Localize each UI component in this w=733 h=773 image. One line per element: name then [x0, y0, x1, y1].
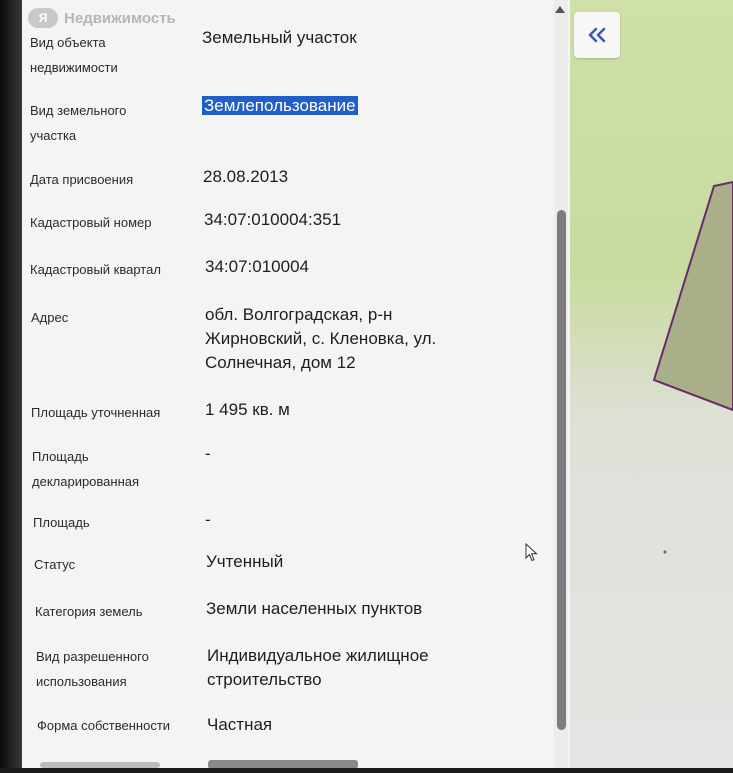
field-label: Площадь — [33, 510, 198, 535]
field-label: Категория земель — [35, 599, 200, 624]
label-line: Вид объекта — [30, 35, 106, 50]
watermark-logo: Я — [28, 8, 58, 28]
value-line: Учтенный — [206, 552, 284, 571]
value-line: Индивидуальное жилищное — [207, 646, 429, 665]
cut-off-label — [40, 762, 160, 768]
label-line: Форма собственности — [37, 718, 171, 733]
label-line: Площадь — [33, 515, 90, 530]
label-line: участка — [30, 128, 77, 143]
value-line: 34:07:010004:351 — [204, 210, 342, 229]
field-value[interactable]: Частная — [207, 713, 497, 737]
cut-off-value — [208, 760, 358, 768]
value-line: - — [205, 444, 211, 463]
value-line: Солнечная, дом 12 — [205, 353, 356, 372]
field-label: Вид разрешенного использования — [36, 644, 201, 694]
field-label: Форма собственности — [37, 713, 202, 738]
field-label: Площадь уточненная — [31, 400, 196, 425]
scrollbar-thumb[interactable] — [557, 210, 566, 730]
double-chevron-left-icon — [588, 27, 606, 43]
field-label: Вид земельного участка — [30, 98, 195, 148]
mouse-cursor-icon — [525, 543, 538, 562]
value-line: 34:07:010004 — [205, 257, 309, 276]
value-line: Жирновский, с. Кленовка, ул. — [205, 329, 437, 348]
label-line: недвижимости — [30, 60, 118, 75]
label-line: декларированная — [32, 474, 140, 489]
field-value[interactable]: Земельный участок — [202, 26, 492, 50]
label-line: использования — [36, 674, 127, 689]
label-line: Кадастровый квартал — [30, 262, 161, 277]
field-cut-off — [22, 758, 552, 768]
label-line: Дата присвоения — [30, 172, 134, 187]
value-line: 28.08.2013 — [203, 167, 289, 186]
field-value[interactable]: 34:07:010004:351 — [204, 208, 494, 232]
label-line: Категория земель — [35, 604, 143, 619]
label-line: Площадь уточненная — [31, 405, 161, 420]
map-dot — [663, 550, 667, 554]
label-line: Вид разрешенного — [36, 649, 149, 664]
field-label: Дата присвоения — [30, 167, 195, 192]
field-label: Статус — [34, 552, 199, 577]
label-line: Площадь — [32, 449, 89, 464]
label-line: Вид земельного — [30, 103, 127, 118]
value-line: 1 495 кв. м — [205, 400, 290, 419]
field-label: Площадь декларированная — [32, 444, 197, 494]
property-info-panel: Вид объекта недвижимости Земельный участ… — [22, 0, 570, 768]
field-value[interactable]: Земли населенных пунктов — [206, 597, 496, 621]
label-line: Кадастровый номер — [30, 215, 152, 230]
field-value[interactable]: - — [205, 508, 495, 532]
field-value[interactable]: 28.08.2013 — [203, 165, 493, 189]
field-value[interactable]: Учтенный — [206, 550, 496, 574]
field-label: Адрес — [31, 305, 196, 330]
watermark: Я Недвижимость — [28, 8, 176, 28]
value-line: Земельный участок — [202, 28, 357, 47]
field-value[interactable]: - — [205, 442, 495, 466]
field-value[interactable]: 34:07:010004 — [205, 255, 495, 279]
screen-bezel — [0, 0, 22, 768]
field-value[interactable]: Землепользование — [202, 94, 492, 118]
field-value[interactable]: обл. Волгоградская, р-н Жирновский, с. К… — [205, 303, 495, 375]
parcel-map — [652, 180, 733, 554]
field-label: Кадастровый квартал — [30, 257, 195, 282]
selected-text[interactable]: Землепользование — [202, 96, 358, 115]
value-line: обл. Волгоградская, р-н — [205, 305, 393, 324]
field-value[interactable]: Индивидуальное жилищное строительство — [207, 644, 497, 692]
label-line: Адрес — [31, 310, 69, 325]
label-line: Статус — [34, 557, 76, 572]
field-label: Вид объекта недвижимости — [30, 30, 195, 80]
scroll-up-arrow-icon[interactable] — [555, 6, 565, 13]
parcel-shape[interactable] — [652, 180, 733, 412]
field-label: Кадастровый номер — [30, 210, 195, 235]
value-line: - — [205, 510, 211, 529]
value-line: Земли населенных пунктов — [206, 599, 423, 618]
field-value[interactable]: 1 495 кв. м — [205, 398, 495, 422]
collapse-panel-button[interactable] — [574, 12, 620, 58]
value-line: Частная — [207, 715, 273, 734]
map-area[interactable] — [570, 0, 733, 768]
value-line: строительство — [207, 670, 322, 689]
watermark-text: Недвижимость — [64, 9, 176, 27]
